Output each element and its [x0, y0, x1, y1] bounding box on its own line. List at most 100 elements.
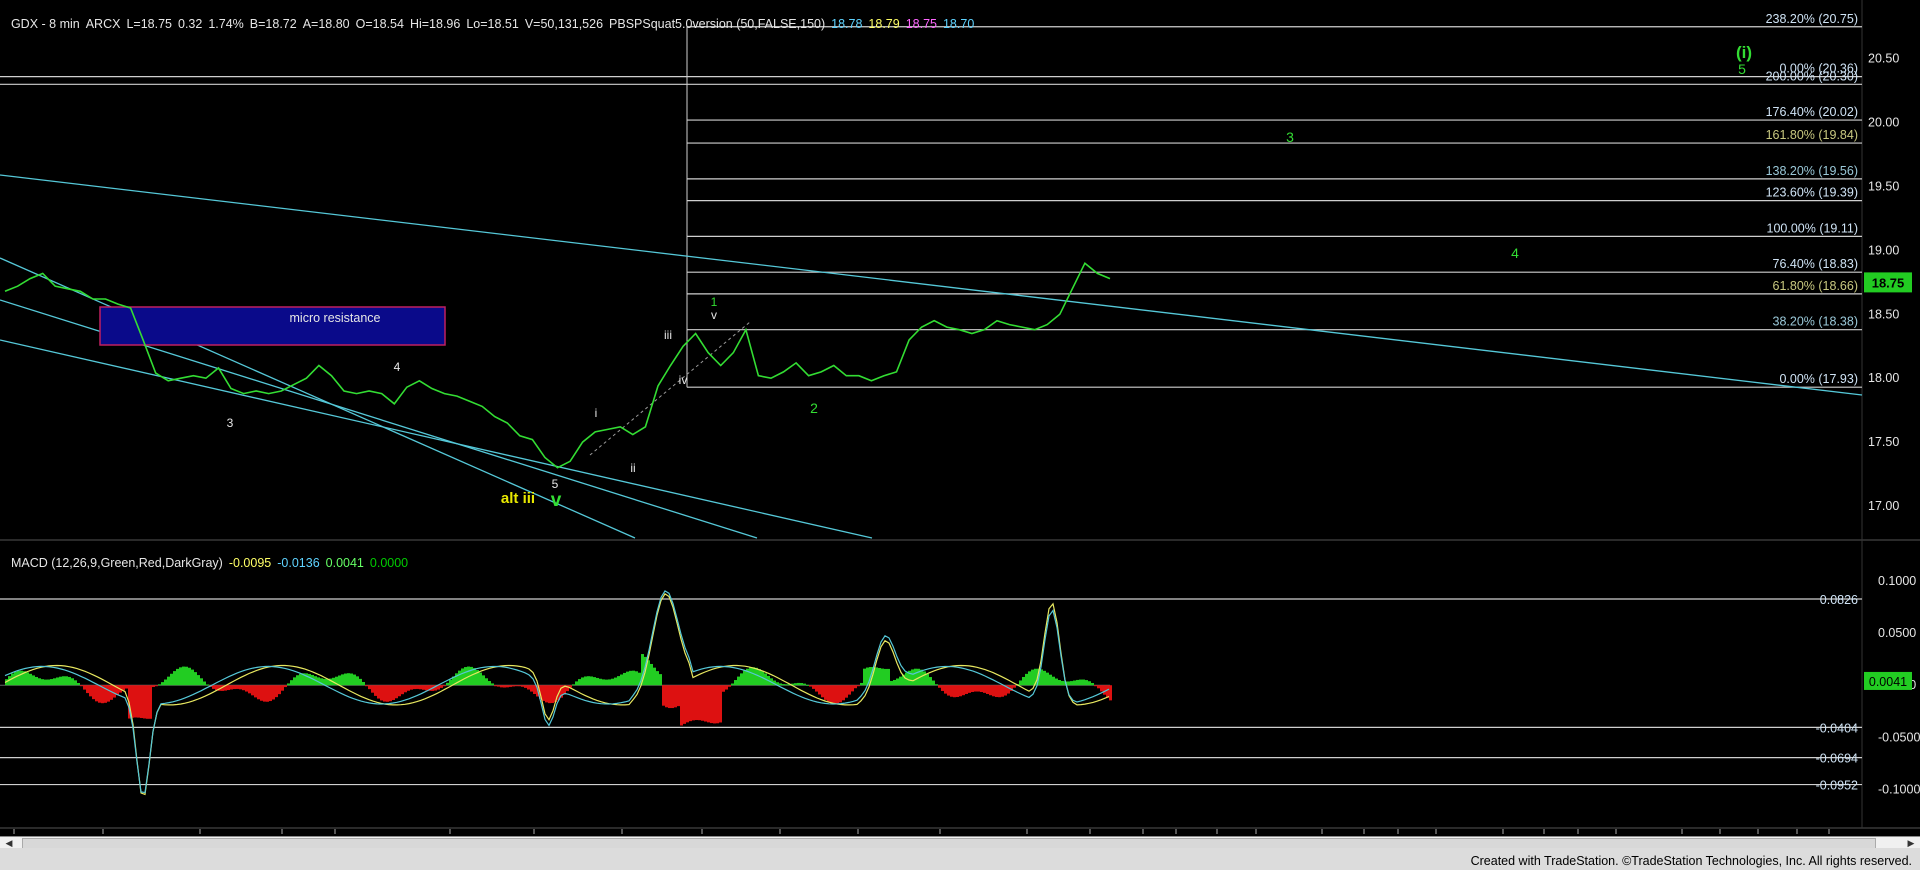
macd-bar — [26, 672, 29, 686]
macd-bar — [656, 671, 659, 686]
macd-bar — [338, 675, 341, 686]
macd-bar — [803, 683, 806, 686]
macd-bar — [212, 685, 215, 689]
macd-bar — [677, 685, 680, 707]
macd-bar — [494, 685, 497, 687]
macd-bar — [281, 685, 284, 691]
macd-bar — [365, 685, 368, 687]
macd-bar — [935, 684, 938, 686]
macd-bar — [710, 685, 713, 724]
header-value-1: 18.79 — [868, 17, 900, 31]
macd-bar — [737, 676, 740, 686]
macd-bar — [881, 668, 884, 686]
open-price: O=18.54 — [355, 17, 404, 31]
macd-bar — [998, 685, 1001, 698]
macd-bar — [371, 685, 374, 693]
macd-bar — [77, 682, 80, 686]
macd-bar — [353, 674, 356, 686]
wave-label-v-green: v — [551, 490, 562, 511]
macd-bar — [284, 685, 287, 688]
macd-bar — [950, 685, 953, 697]
price-axis-tick-6: 17.50 — [1868, 435, 1899, 449]
macd-bar — [74, 680, 77, 686]
macd-bar — [227, 685, 230, 691]
macd-bar — [1109, 685, 1112, 701]
macd-bar — [1091, 683, 1094, 686]
macd-bar — [92, 685, 95, 700]
macd-bar — [968, 685, 971, 693]
macd-bar — [1052, 676, 1055, 686]
macd-bar — [590, 676, 593, 686]
macd-bar — [980, 685, 983, 693]
macd-bar — [854, 685, 857, 689]
footer-bar: Created with TradeStation. ©TradeStation… — [0, 848, 1920, 870]
macd-bar — [713, 685, 716, 724]
wave-label-iii: iii — [664, 328, 672, 342]
macd-bar — [548, 685, 551, 704]
last-price-flag-text: 18.75 — [1872, 275, 1905, 290]
wave-label-i: i — [595, 406, 598, 420]
macd-bar — [833, 685, 836, 704]
macd-bar — [1070, 681, 1073, 686]
macd-bar — [971, 685, 974, 692]
macd-bar — [59, 676, 62, 686]
fib-level-label-2: 200.00% (20.30) — [1766, 69, 1858, 83]
macd-bar — [734, 680, 737, 686]
macd-bar — [197, 675, 200, 686]
macd-bar — [56, 677, 59, 686]
macd-bar — [143, 685, 146, 719]
macd-bar — [401, 685, 404, 695]
symbol-label: GDX - 8 min — [10, 17, 80, 31]
macd-bar — [824, 685, 827, 700]
macd-bar — [206, 684, 209, 686]
macd-bar — [542, 685, 545, 701]
macd-bar — [404, 685, 407, 693]
macd-bar — [245, 685, 248, 692]
macd-bar — [785, 684, 788, 686]
macd-bar — [512, 685, 515, 687]
chart-canvas[interactable]: 20.50 20.00 19.50 19.00 18.50 18.00 17.50 17.00… — [0, 0, 1920, 870]
macd-bar — [983, 685, 986, 693]
macd-bar — [830, 685, 833, 704]
macd-bar — [1007, 685, 1010, 694]
macd-bar — [146, 685, 149, 719]
macd-bar — [1094, 685, 1097, 687]
macd-bar — [716, 685, 719, 724]
macd-bar — [584, 676, 587, 686]
macd-bar — [1100, 685, 1103, 692]
micro-resistance-label: micro resistance — [290, 311, 381, 325]
macd-bar — [692, 685, 695, 721]
macd-bar — [884, 668, 887, 686]
macd-bar — [464, 667, 467, 686]
price-axis-tick-0: 20.50 — [1868, 52, 1899, 66]
credit-text: Created with TradeStation. ©TradeStation… — [1470, 854, 1912, 868]
macd-bar — [251, 685, 254, 696]
bid-price: B=18.72 — [249, 17, 297, 31]
macd-bar — [236, 685, 239, 689]
macd-bar — [992, 685, 995, 697]
macd-bar — [995, 685, 998, 698]
macd-bar — [419, 685, 422, 690]
macd-bar — [683, 685, 686, 724]
header-value-1: -0.0136 — [277, 556, 320, 570]
fib-level-label-9: 61.80% (18.66) — [1773, 279, 1858, 293]
macd-bar — [941, 685, 944, 691]
macd-bar — [611, 678, 614, 686]
chart-header: GDX - 8 min ARCX L=18.75 0.32 1.74% B=18.72 A=… — [4, 3, 986, 31]
macd-bar — [572, 684, 575, 686]
macd-bar — [809, 685, 812, 687]
macd-bar — [878, 668, 881, 686]
macd-bar — [674, 685, 677, 708]
macd-bar — [914, 668, 917, 686]
macd-bar — [626, 671, 629, 686]
macd-bar — [680, 685, 683, 726]
macd-bar — [962, 685, 965, 696]
fib-level-label-7: 100.00% (19.11) — [1767, 221, 1859, 235]
price-axis-tick-5: 18.00 — [1868, 371, 1899, 385]
macd-bar — [53, 678, 56, 686]
macd-bar — [446, 682, 449, 686]
macd-bar — [698, 685, 701, 721]
macd-bar — [356, 676, 359, 686]
macd-bar — [671, 685, 674, 709]
macd-bar — [350, 673, 353, 686]
